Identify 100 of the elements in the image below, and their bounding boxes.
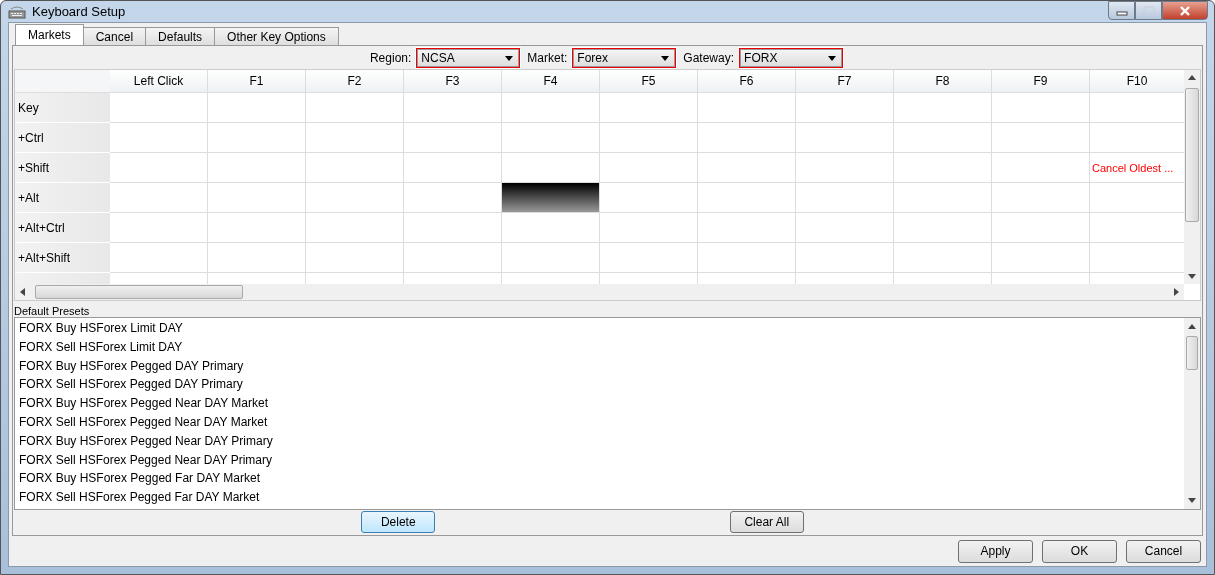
grid-cell[interactable] bbox=[306, 123, 404, 153]
grid-cell[interactable] bbox=[208, 243, 306, 273]
column-header: F4 bbox=[502, 70, 600, 93]
grid-cell[interactable] bbox=[306, 183, 404, 213]
grid-cell[interactable] bbox=[600, 93, 698, 123]
minimize-button[interactable] bbox=[1108, 1, 1135, 20]
grid-cell[interactable] bbox=[502, 183, 600, 213]
list-item[interactable]: FORX Buy HSForex Pegged Near DAY Market bbox=[19, 394, 1184, 413]
grid-cell[interactable] bbox=[110, 183, 208, 213]
grid-cell[interactable] bbox=[698, 183, 796, 213]
grid-cell[interactable] bbox=[894, 243, 992, 273]
grid-cell[interactable] bbox=[796, 153, 894, 183]
grid-cell[interactable] bbox=[208, 153, 306, 183]
list-item[interactable]: FORX Buy HSForex Pegged DAY Primary bbox=[19, 356, 1184, 376]
grid-cell[interactable] bbox=[110, 93, 208, 123]
grid-cell[interactable] bbox=[404, 153, 502, 183]
vertical-scrollbar[interactable] bbox=[1184, 318, 1200, 509]
grid-cell[interactable] bbox=[894, 153, 992, 183]
column-header: F5 bbox=[600, 70, 698, 93]
scroll-thumb[interactable] bbox=[1186, 336, 1198, 370]
grid-cell[interactable] bbox=[796, 123, 894, 153]
grid-cell[interactable] bbox=[208, 123, 306, 153]
scroll-down-icon[interactable] bbox=[1188, 274, 1196, 279]
grid-cell[interactable] bbox=[992, 243, 1090, 273]
scroll-down-icon[interactable] bbox=[1188, 498, 1196, 503]
grid-cell[interactable] bbox=[992, 213, 1090, 243]
grid-cell[interactable] bbox=[404, 93, 502, 123]
grid-cell[interactable] bbox=[698, 213, 796, 243]
grid-cell[interactable] bbox=[502, 243, 600, 273]
dialog-button[interactable]: Apply bbox=[958, 539, 1033, 563]
grid-cell[interactable] bbox=[404, 123, 502, 153]
grid-cell[interactable] bbox=[992, 153, 1090, 183]
grid-cell[interactable] bbox=[306, 93, 404, 123]
grid-cell[interactable] bbox=[600, 213, 698, 243]
maximize-button[interactable] bbox=[1135, 1, 1162, 20]
scroll-up-icon[interactable] bbox=[1188, 75, 1196, 80]
grid-cell[interactable] bbox=[600, 243, 698, 273]
list-button[interactable]: Clear All bbox=[729, 511, 804, 533]
grid-cell[interactable] bbox=[110, 153, 208, 183]
grid-cell[interactable] bbox=[110, 213, 208, 243]
grid-cell[interactable] bbox=[306, 153, 404, 183]
grid-cell[interactable] bbox=[698, 243, 796, 273]
list-item[interactable]: FORX Sell HSForex Pegged Far DAY Market bbox=[19, 488, 1184, 507]
list-item[interactable]: FORX Buy HSForex Pegged Near DAY Primary bbox=[19, 431, 1184, 451]
dialog-button[interactable]: Cancel bbox=[1126, 539, 1201, 563]
list-item[interactable]: FORX Buy HSForex Limit DAY bbox=[19, 319, 1184, 338]
scroll-right-icon[interactable] bbox=[1174, 288, 1179, 296]
grid-cell[interactable] bbox=[796, 213, 894, 243]
grid-cell[interactable] bbox=[600, 153, 698, 183]
grid-cell[interactable] bbox=[796, 243, 894, 273]
grid-cell[interactable] bbox=[992, 183, 1090, 213]
list-item[interactable]: FORX Sell HSForex Pegged Near DAY Market bbox=[19, 413, 1184, 432]
grid-cell[interactable] bbox=[992, 123, 1090, 153]
filter-label: Gateway: bbox=[683, 51, 735, 65]
grid-cell[interactable] bbox=[208, 93, 306, 123]
grid-cell[interactable] bbox=[894, 123, 992, 153]
grid-cell[interactable] bbox=[404, 243, 502, 273]
grid-cell[interactable] bbox=[796, 93, 894, 123]
list-button[interactable]: Delete bbox=[361, 511, 436, 533]
horizontal-scrollbar[interactable] bbox=[15, 284, 1184, 300]
grid-cell[interactable] bbox=[698, 123, 796, 153]
close-button[interactable] bbox=[1162, 1, 1208, 20]
grid-cell[interactable] bbox=[600, 123, 698, 153]
list-item[interactable]: FORX Sell HSForex Pegged Near DAY Primary bbox=[19, 450, 1184, 470]
grid-cell[interactable] bbox=[894, 213, 992, 243]
dropdown-arrow-icon bbox=[661, 55, 670, 61]
grid-cell[interactable] bbox=[502, 123, 600, 153]
grid-cell[interactable] bbox=[208, 213, 306, 243]
tab[interactable]: Markets bbox=[15, 24, 84, 45]
grid-cell[interactable] bbox=[110, 123, 208, 153]
tab[interactable]: Defaults bbox=[145, 27, 216, 45]
grid-cell[interactable] bbox=[600, 183, 698, 213]
grid-cell[interactable] bbox=[502, 93, 600, 123]
grid-cell[interactable] bbox=[208, 183, 306, 213]
scroll-up-icon[interactable] bbox=[1188, 324, 1196, 329]
dropdown[interactable]: FORX bbox=[739, 48, 844, 68]
grid-cell[interactable] bbox=[992, 93, 1090, 123]
grid-cell[interactable] bbox=[306, 213, 404, 243]
grid-cell[interactable] bbox=[698, 153, 796, 183]
grid-cell[interactable] bbox=[306, 243, 404, 273]
grid-cell[interactable] bbox=[698, 93, 796, 123]
vertical-scrollbar[interactable] bbox=[1184, 70, 1200, 284]
grid-cell[interactable] bbox=[502, 213, 600, 243]
list-item[interactable]: FORX Sell HSForex Limit DAY bbox=[19, 337, 1184, 357]
dropdown-arrow-icon bbox=[828, 55, 837, 61]
scroll-thumb[interactable] bbox=[1185, 88, 1199, 222]
grid-cell[interactable] bbox=[894, 93, 992, 123]
dropdown[interactable]: Forex bbox=[572, 48, 677, 68]
dropdown[interactable]: NCSA bbox=[416, 48, 521, 68]
grid-cell[interactable] bbox=[894, 183, 992, 213]
dialog-button[interactable]: OK bbox=[1042, 539, 1117, 563]
tab[interactable]: Cancel bbox=[82, 27, 147, 45]
grid-cell[interactable] bbox=[110, 243, 208, 273]
scroll-left-icon[interactable] bbox=[20, 288, 25, 296]
list-item[interactable]: FORX Sell HSForex Pegged DAY Primary bbox=[19, 375, 1184, 395]
grid-cell[interactable] bbox=[796, 183, 894, 213]
list-item[interactable]: FORX Buy HSForex Pegged Far DAY Market bbox=[19, 469, 1184, 489]
grid-cell[interactable] bbox=[404, 213, 502, 243]
tab[interactable]: Other Key Options bbox=[214, 27, 339, 45]
scroll-thumb[interactable] bbox=[35, 285, 243, 299]
